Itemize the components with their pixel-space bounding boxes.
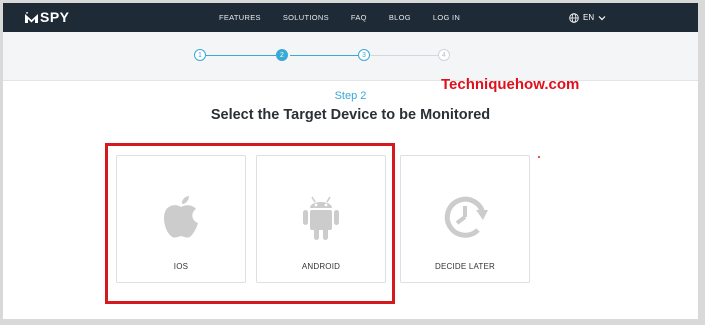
card-icon-wrap: [401, 192, 529, 242]
highlight-box: [105, 143, 395, 304]
globe-icon: [569, 12, 579, 23]
step-2: 2: [276, 49, 288, 61]
device-card-decide-later[interactable]: DECIDE LATER: [400, 155, 530, 283]
step-4-number: 4: [442, 51, 446, 59]
progress-stepper: 1 2 3 4: [3, 32, 698, 80]
step-3-number: 3: [362, 51, 366, 59]
stray-mark: [538, 156, 540, 158]
mspy-logo[interactable]: SPY: [25, 9, 70, 25]
mspy-m-icon: [25, 11, 38, 23]
step-label: Step 2: [334, 90, 367, 102]
top-navbar: SPY FEATURES SOLUTIONS FAQ BLOG LOG IN E…: [3, 3, 698, 32]
step-4: 4: [438, 49, 450, 61]
chevron-down-icon: [598, 15, 606, 20]
nav-features[interactable]: FEATURES: [219, 13, 261, 22]
language-selector[interactable]: EN: [569, 3, 606, 32]
step-connector-3: [370, 55, 438, 56]
step-connector-2: [290, 55, 358, 56]
stepper-band: 1 2 3 4: [3, 32, 698, 81]
page-title: Select the Target Device to be Monitored: [210, 107, 491, 123]
language-label: EN: [583, 13, 595, 22]
main-nav: FEATURES SOLUTIONS FAQ BLOG LOG IN: [219, 3, 482, 32]
nav-login[interactable]: LOG IN: [433, 13, 460, 22]
device-label-decide-later: DECIDE LATER: [434, 262, 496, 271]
step-2-number: 2: [280, 51, 284, 59]
nav-faq[interactable]: FAQ: [351, 13, 367, 22]
step-1: 1: [194, 49, 206, 61]
nav-blog[interactable]: BLOG: [389, 13, 411, 22]
nav-solutions[interactable]: SOLUTIONS: [283, 13, 329, 22]
page-frame: SPY FEATURES SOLUTIONS FAQ BLOG LOG IN E…: [3, 3, 698, 319]
step-connector-1: [206, 55, 278, 56]
step-3: 3: [358, 49, 370, 61]
logo-text: SPY: [40, 9, 70, 25]
clock-refresh-icon: [444, 196, 488, 238]
step-1-number: 1: [198, 51, 202, 59]
